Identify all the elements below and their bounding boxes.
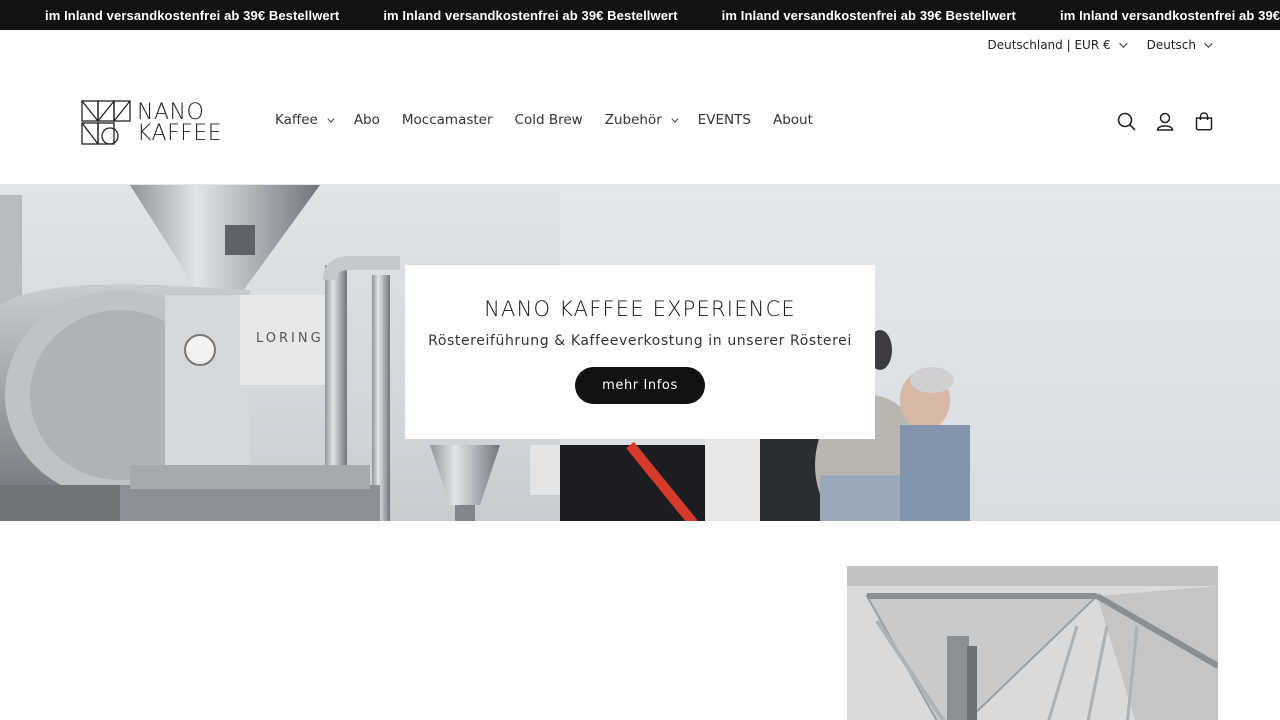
- hero-title: NANO KAFFEE EXPERIENCE: [484, 297, 796, 321]
- nav-item-label: About: [772, 112, 813, 128]
- nav-item-label: Kaffee: [275, 112, 318, 128]
- nav-item-zubehoer[interactable]: Zubehör: [604, 112, 679, 128]
- more-info-button[interactable]: mehr Infos: [575, 367, 705, 404]
- hero-card: NANO KAFFEE EXPERIENCE Röstereiführung &…: [405, 265, 875, 439]
- nav-item-label: Zubehör: [604, 112, 662, 128]
- chevron-down-icon: [671, 115, 679, 123]
- hero-banner: LORING NANO KAFFEE EXPERIENCE Röstereifü…: [0, 185, 1280, 521]
- header-icons: [1116, 110, 1214, 132]
- logo-line-1: NANO: [137, 99, 205, 125]
- architecture-photo: [847, 566, 1218, 720]
- chevron-down-icon: [1118, 39, 1128, 48]
- announcement-text: im Inland versandkostenfrei ab 39€ Beste…: [721, 7, 1016, 23]
- nav-item-label: Cold Brew: [514, 112, 583, 128]
- announcement-text: im Inland versandkostenfrei ab 39€ Beste…: [383, 7, 678, 23]
- nav-item-about[interactable]: About: [773, 112, 813, 128]
- country-currency-label: Deutschland | EUR €: [987, 38, 1111, 52]
- language-selector[interactable]: Deutsch: [1146, 38, 1213, 52]
- search-button[interactable]: [1116, 110, 1136, 132]
- nav-item-kaffee[interactable]: Kaffee: [275, 112, 335, 128]
- announcement-text: im Inland versandkostenfrei ab 39€ Beste…: [1059, 7, 1280, 23]
- machine-brand-text: LORING: [256, 331, 324, 346]
- chevron-down-icon: [1204, 39, 1213, 48]
- locale-selectors: Deutschland | EUR € Deutsch: [987, 30, 1213, 60]
- announcement-text: im Inland versandkostenfrei ab 39€ Beste…: [45, 7, 340, 23]
- logo-text: NANO KAFFEE: [137, 99, 223, 146]
- nav-item-moccamaster[interactable]: Moccamaster: [402, 112, 493, 128]
- nav-item-abo[interactable]: Abo: [354, 112, 380, 128]
- nav-item-cold-brew[interactable]: Cold Brew: [515, 112, 583, 128]
- announcement-track: im Inland versandkostenfrei ab 39€ Beste…: [45, 0, 1280, 30]
- language-label: Deutsch: [1146, 38, 1196, 52]
- chevron-down-icon: [327, 115, 335, 123]
- cart-icon: [1195, 111, 1213, 130]
- account-icon: [1156, 112, 1174, 131]
- account-button[interactable]: [1155, 110, 1175, 132]
- search-icon: [1117, 112, 1136, 131]
- logo[interactable]: NANO KAFFEE: [81, 100, 222, 145]
- logo-line-2: KAFFEE: [137, 120, 223, 146]
- nav-item-events[interactable]: EVENTS: [698, 112, 751, 128]
- architecture-image: [847, 566, 1218, 720]
- main-nav: Kaffee Abo Moccamaster Cold Brew Zubehör…: [275, 112, 835, 128]
- nav-item-label: Moccamaster: [401, 112, 493, 128]
- site-header: NANO KAFFEE Kaffee Abo Moccamaster Cold …: [0, 60, 1280, 185]
- announcement-bar: im Inland versandkostenfrei ab 39€ Beste…: [0, 0, 1280, 30]
- logo-mark-icon: [81, 100, 131, 145]
- country-currency-selector[interactable]: Deutschland | EUR €: [987, 38, 1128, 52]
- content-section: [0, 521, 1280, 720]
- nav-item-label: Abo: [353, 112, 380, 128]
- nav-item-label: EVENTS: [697, 112, 751, 128]
- cart-button[interactable]: [1194, 110, 1214, 132]
- hero-subtitle: Röstereiführung & Kaffeeverkostung in un…: [428, 333, 852, 349]
